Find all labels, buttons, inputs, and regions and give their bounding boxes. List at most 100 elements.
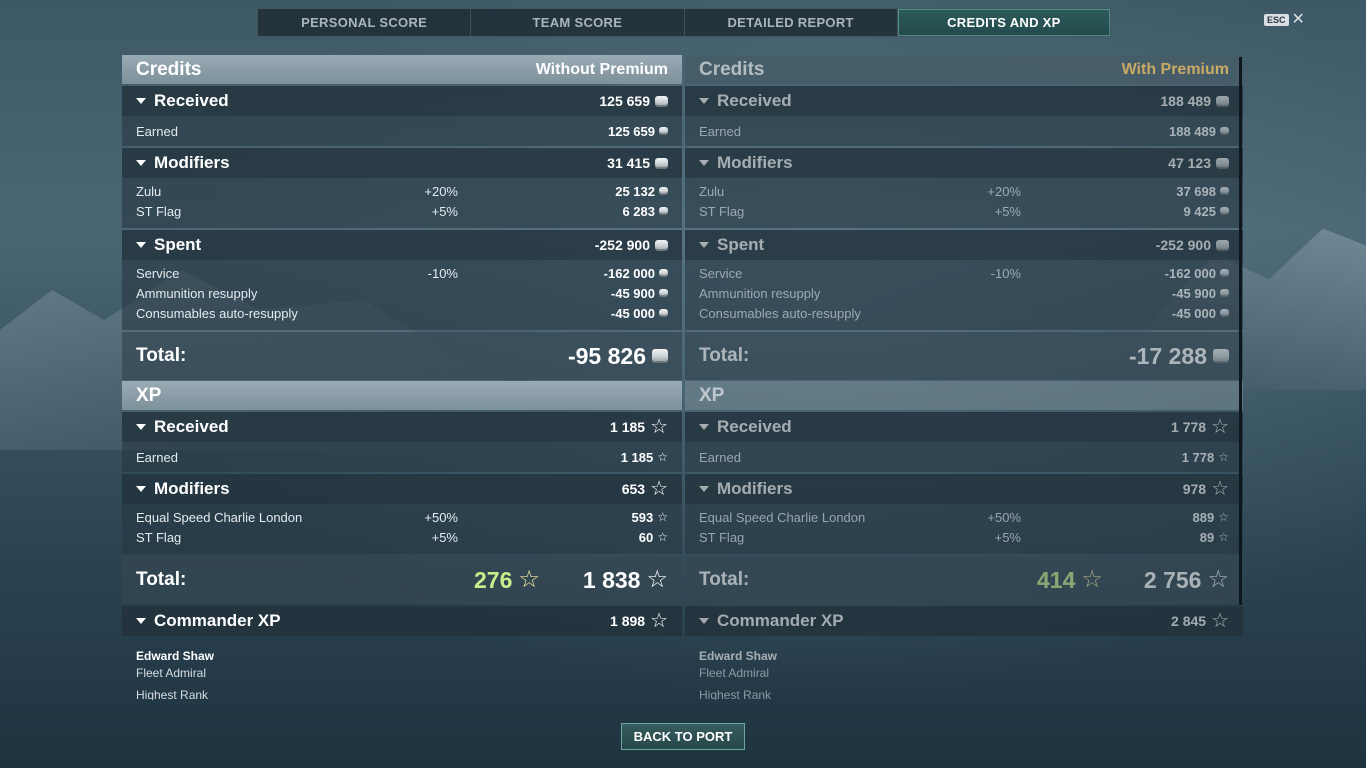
section-label: Modifiers <box>717 153 793 172</box>
row-name: ST Flag <box>699 203 745 219</box>
row-value: 889 <box>1192 509 1215 525</box>
mode-label: With Premium <box>1121 60 1229 78</box>
row-percent: +20% <box>987 183 1021 199</box>
commander-xp-section-header[interactable]: Commander XP 1 898 ☆ <box>122 606 682 636</box>
esc-close-button[interactable]: ESC ✕ <box>1264 12 1305 28</box>
xp-title: XP <box>136 384 162 406</box>
list-item: Zulu +20% 37 698 <box>685 181 1243 201</box>
list-item: ST Flag +5% 89 ☆ <box>685 527 1243 547</box>
section-label: Modifiers <box>154 153 230 172</box>
xp-star-icon: ☆ <box>1211 610 1229 632</box>
received-section-header[interactable]: Received 125 659 <box>122 86 682 116</box>
list-item: ST Flag +5% 6 283 <box>122 201 682 221</box>
tab-team-score[interactable]: TEAM SCORE <box>471 9 685 36</box>
with-premium-panel: Credits With Premium Received 188 489 Ea… <box>685 55 1243 700</box>
spent-section-header[interactable]: Spent -252 900 <box>122 230 682 260</box>
row-percent: +5% <box>994 529 1021 545</box>
modifiers-rows: Zulu +20% 37 698 ST Flag +5% 9 425 <box>685 178 1243 228</box>
credits-total-value: -17 288 <box>1128 342 1207 369</box>
xp-star-icon: ☆ <box>1211 478 1229 500</box>
xp-star-icon: ☆ <box>1207 566 1229 593</box>
credits-coin-icon <box>1216 239 1229 251</box>
xp-total-row: Total: 276 ☆ 1 838 ☆ <box>122 556 682 604</box>
list-item: Zulu +20% 25 132 <box>122 181 682 201</box>
xp-star-icon: ☆ <box>1211 416 1229 438</box>
scrollbar[interactable] <box>1239 57 1242 605</box>
collapse-triangle-icon <box>699 242 709 248</box>
section-label: Modifiers <box>717 479 793 498</box>
modifiers-section-header[interactable]: Modifiers 47 123 <box>685 148 1243 178</box>
modifiers-section-header[interactable]: Modifiers 31 415 <box>122 148 682 178</box>
credits-coin-icon <box>1216 95 1229 107</box>
credits-coin-icon <box>659 289 668 297</box>
credits-coin-icon <box>1220 187 1229 195</box>
list-item: Earned 1 185 ☆ <box>122 447 682 467</box>
row-value: -162 000 <box>1164 265 1216 281</box>
row-value: 593 <box>631 509 654 525</box>
list-item: Consumables auto-resupply -45 000 <box>685 303 1243 323</box>
commander-rank: Fleet Admiral <box>699 666 770 680</box>
tab-detailed-report[interactable]: DETAILED REPORT <box>685 9 898 36</box>
tab-bar: PERSONAL SCORE TEAM SCORE DETAILED REPOR… <box>257 8 1111 37</box>
section-value: 978 <box>1182 481 1207 497</box>
row-name: Consumables auto-resupply <box>136 305 298 321</box>
close-icon[interactable]: ✕ <box>1292 12 1305 28</box>
received-section-header[interactable]: Received 188 489 <box>685 86 1243 116</box>
list-item: Ammunition resupply -45 900 <box>685 283 1243 303</box>
row-value: -45 000 <box>610 305 655 321</box>
xp-modifiers-rows: Equal Speed Charlie London +50% 889 ☆ ST … <box>685 504 1243 554</box>
esc-key-label: ESC <box>1264 14 1289 26</box>
received-rows: Earned 188 489 <box>685 116 1243 146</box>
received-rows: Earned 125 659 <box>122 116 682 146</box>
row-name: Service <box>136 265 180 281</box>
xp-received-section-header[interactable]: Received 1 778 ☆ <box>685 412 1243 442</box>
tab-credits-and-xp[interactable]: CREDITS AND XP <box>897 9 1110 36</box>
credits-coin-icon <box>652 349 668 363</box>
collapse-triangle-icon <box>136 160 146 166</box>
list-item: Service -10% -162 000 <box>685 263 1243 283</box>
collapse-triangle-icon <box>136 424 146 430</box>
total-label: Total: <box>136 569 187 590</box>
list-item: Consumables auto-resupply -45 000 <box>122 303 682 323</box>
back-to-port-button[interactable]: BACK TO PORT <box>621 723 745 750</box>
collapse-triangle-icon <box>699 160 709 166</box>
list-item: Equal Speed Charlie London +50% 889 ☆ <box>685 507 1243 527</box>
row-percent: +5% <box>994 203 1021 219</box>
section-label: Received <box>717 417 792 436</box>
section-label: Spent <box>717 235 765 254</box>
xp-title: XP <box>699 384 725 406</box>
credits-coin-icon <box>655 95 668 107</box>
xp-star-icon: ☆ <box>646 566 668 593</box>
row-name: Service <box>699 265 743 281</box>
section-label: Received <box>154 417 229 436</box>
credits-coin-icon <box>1220 127 1229 135</box>
section-value: -252 900 <box>1155 237 1211 253</box>
row-name: ST Flag <box>136 529 182 545</box>
credits-coin-icon <box>1220 309 1229 317</box>
spent-rows: Service -10% -162 000 Ammunition resuppl… <box>685 260 1243 330</box>
row-value: -45 000 <box>1171 305 1216 321</box>
tab-personal-score[interactable]: PERSONAL SCORE <box>258 9 472 36</box>
commander-xp-section-header[interactable]: Commander XP 2 845 ☆ <box>685 606 1243 636</box>
credits-coin-icon <box>655 239 668 251</box>
xp-modifiers-section-header[interactable]: Modifiers 978 ☆ <box>685 474 1243 504</box>
list-item: Earned 1 778 ☆ <box>685 447 1243 467</box>
section-label: Commander XP <box>717 611 844 630</box>
xp-total-value: 1 838 <box>582 566 641 593</box>
xp-modifiers-rows: Equal Speed Charlie London +50% 593 ☆ ST … <box>122 504 682 554</box>
credits-total-row: Total: -95 826 <box>122 332 682 380</box>
credits-header: Credits Without Premium <box>122 55 682 84</box>
xp-received-section-header[interactable]: Received 1 185 ☆ <box>122 412 682 442</box>
row-percent: +5% <box>431 529 458 545</box>
credits-coin-icon <box>1213 349 1229 363</box>
collapse-triangle-icon <box>136 618 146 624</box>
spent-section-header[interactable]: Spent -252 900 <box>685 230 1243 260</box>
xp-star-icon: ☆ <box>657 510 668 524</box>
total-label: Total: <box>699 345 750 366</box>
row-value: 25 132 <box>615 183 655 199</box>
credits-coin-icon <box>659 309 668 317</box>
xp-received-rows: Earned 1 778 ☆ <box>685 442 1243 472</box>
xp-star-icon: ☆ <box>650 416 668 438</box>
row-percent: +50% <box>987 509 1021 525</box>
xp-modifiers-section-header[interactable]: Modifiers 653 ☆ <box>122 474 682 504</box>
